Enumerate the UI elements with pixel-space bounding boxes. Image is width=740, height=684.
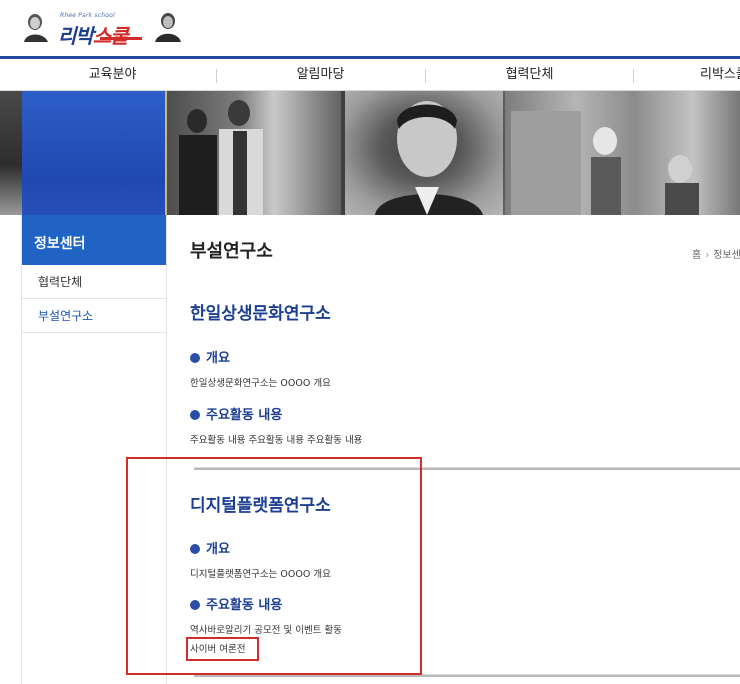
banner-photo-group: [167, 91, 345, 215]
overview-text: 한일상생문화연구소는 OOOO 개요: [190, 378, 331, 389]
activities-text: 주요활동 내용 주요활동 내용 주요활동 내용: [190, 435, 363, 446]
nav-item-school[interactable]: 리박스쿨: [676, 59, 740, 91]
sidebar-item-partners[interactable]: 협력단체: [22, 265, 166, 299]
sidebar-title: 정보센터: [22, 215, 166, 265]
hero-banner: [0, 91, 740, 215]
sidebar-item-research-institute[interactable]: 부설연구소: [22, 299, 166, 333]
portrait-left-icon: [20, 10, 52, 42]
annotation-highlight-box: [126, 457, 422, 675]
bullet-icon: [190, 410, 200, 420]
chevron-right-icon: ›: [705, 250, 710, 261]
site-logo[interactable]: Rhee Park school 리박스쿨: [20, 8, 184, 48]
nav-item-notice[interactable]: 알림마당: [258, 59, 383, 91]
section-title: 한일상생문화연구소: [190, 304, 331, 324]
banner-photo-left: [0, 91, 22, 215]
banner-blue-panel: [22, 91, 167, 215]
page-title: 부설연구소: [190, 241, 273, 262]
nav-item-partners[interactable]: 협력단체: [467, 59, 592, 91]
bullet-icon: [190, 353, 200, 363]
logo-english: Rhee Park school: [60, 12, 115, 19]
breadcrumb: 홈 ›정보센터: [692, 246, 740, 261]
breadcrumb-home[interactable]: 홈: [692, 250, 701, 261]
portrait-right-icon: [152, 10, 184, 42]
banner-photo-right: [505, 91, 740, 215]
banner-photo-portrait: [345, 91, 505, 215]
activities-heading: 주요활동 내용: [190, 404, 282, 423]
logo-korean: 리박스쿨: [58, 24, 129, 48]
main-nav: 교육분야 알림마당 협력단체 리박스쿨: [0, 56, 740, 91]
site-header: Rhee Park school 리박스쿨: [0, 0, 740, 56]
nav-item-education[interactable]: 교육분야: [50, 59, 175, 91]
annotation-highlight-small: [186, 637, 259, 661]
overview-heading: 개요: [190, 347, 230, 366]
breadcrumb-current[interactable]: 정보센터: [713, 250, 740, 261]
logo-wordmark: Rhee Park school 리박스쿨: [56, 10, 148, 48]
